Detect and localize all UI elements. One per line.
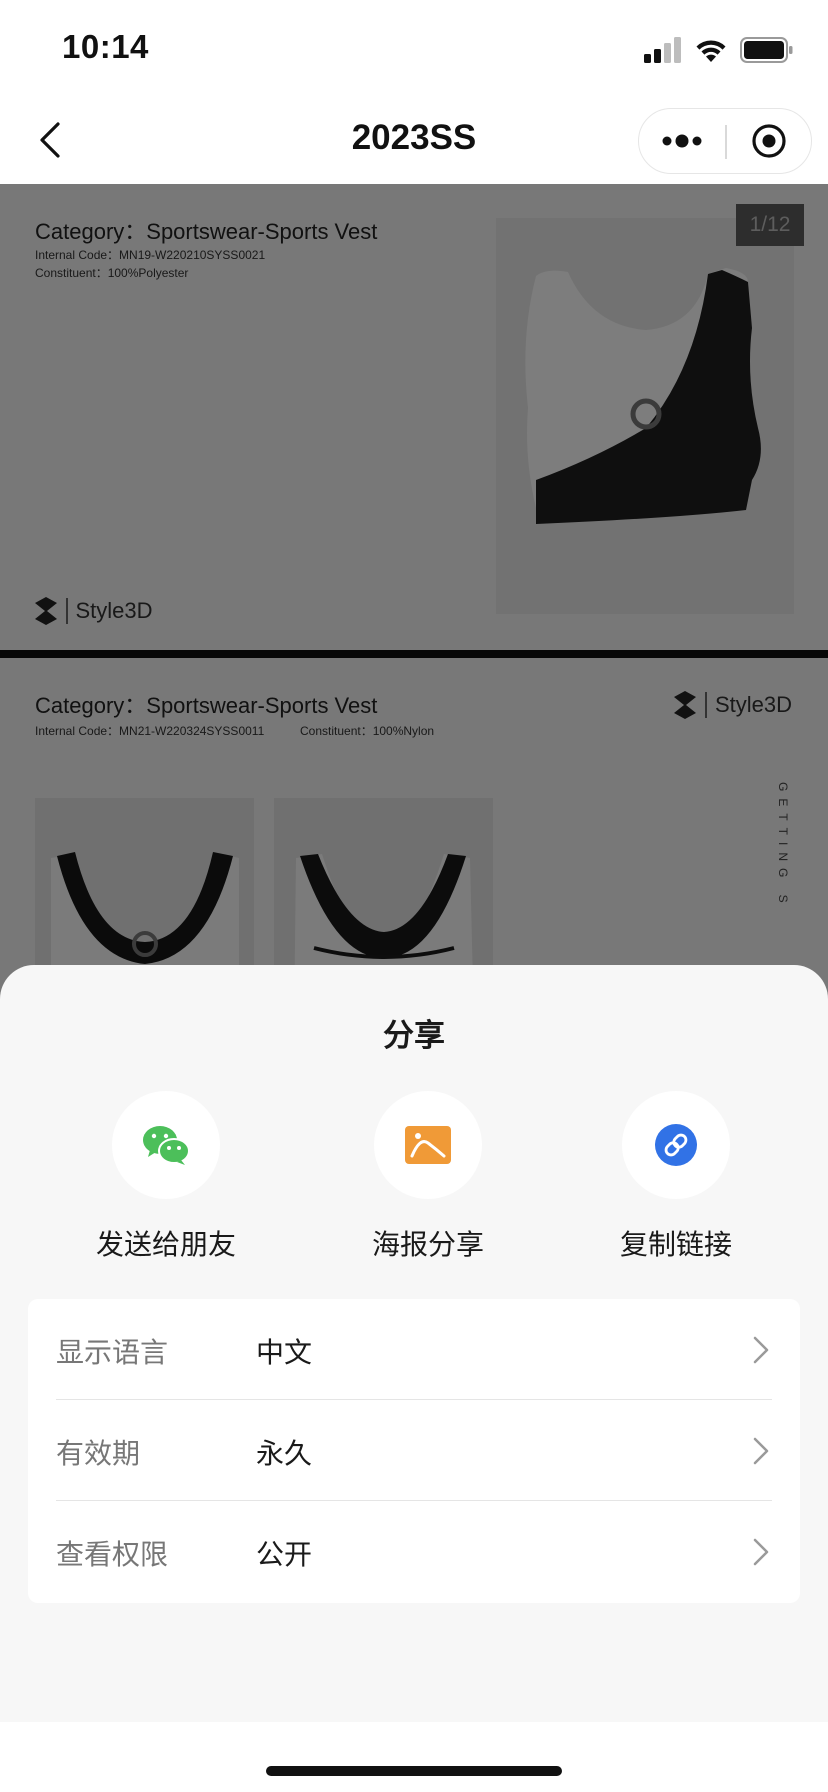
nav-bar: 2023SS (0, 96, 828, 184)
chevron-right-icon (753, 1437, 769, 1465)
poster-icon (405, 1126, 451, 1164)
poster-share-option[interactable]: 海报分享 (318, 1091, 538, 1263)
validity-period-row[interactable]: 有效期 永久 (28, 1400, 800, 1501)
share-sheet: 分享 发送给朋友 海报分享 复制链接 显示语言 中文 有效期 永久 查看权限 公… (0, 965, 828, 1792)
chevron-right-icon (753, 1538, 769, 1566)
view-permission-row[interactable]: 查看权限 公开 (28, 1501, 800, 1602)
link-icon (655, 1124, 697, 1166)
share-option-label: 发送给朋友 (95, 1229, 236, 1260)
battery-icon (740, 37, 793, 63)
home-indicator[interactable] (266, 1766, 562, 1776)
share-option-label: 复制链接 (619, 1229, 732, 1260)
copy-link-option[interactable]: 复制链接 (566, 1091, 786, 1263)
setting-label: 有效期 (56, 1438, 141, 1469)
cellular-signal-icon (644, 37, 681, 63)
wechat-icon (143, 1126, 190, 1165)
share-option-circle (374, 1091, 482, 1199)
setting-value: 公开 (256, 1539, 313, 1570)
more-button[interactable] (639, 109, 725, 173)
display-language-row[interactable]: 显示语言 中文 (28, 1299, 800, 1400)
status-time: 10:14 (62, 28, 149, 65)
setting-value: 中文 (256, 1337, 313, 1368)
target-close-icon (752, 124, 786, 158)
share-option-label: 海报分享 (371, 1229, 484, 1260)
send-to-friend-option[interactable]: 发送给朋友 (56, 1091, 276, 1263)
home-indicator-area (0, 1722, 828, 1792)
status-icons (644, 36, 794, 64)
setting-label: 显示语言 (56, 1337, 169, 1368)
more-dots-icon (662, 134, 702, 148)
share-sheet-title: 分享 (383, 1018, 445, 1053)
chevron-right-icon (753, 1336, 769, 1364)
share-option-circle (622, 1091, 730, 1199)
close-program-button[interactable] (727, 109, 811, 173)
share-settings-card: 显示语言 中文 有效期 永久 查看权限 公开 (28, 1299, 800, 1603)
share-option-circle (112, 1091, 220, 1199)
screen: 10:14 2023SS 分享 发送给朋友 海报分享 复制链接 显示语言 中文 … (0, 0, 828, 1792)
setting-label: 查看权限 (56, 1539, 169, 1570)
mini-program-capsule (638, 108, 812, 174)
wifi-icon (696, 40, 726, 62)
status-bar: 10:14 (0, 0, 828, 96)
setting-value: 永久 (256, 1438, 313, 1469)
